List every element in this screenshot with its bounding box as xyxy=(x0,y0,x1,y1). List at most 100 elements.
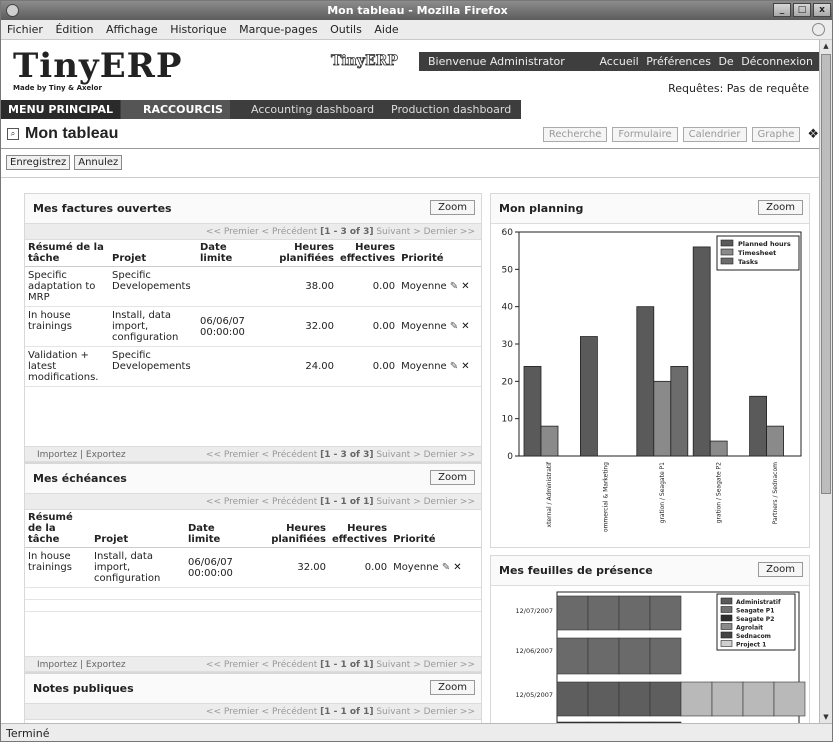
bar xyxy=(709,440,728,457)
status-text: Terminé xyxy=(6,727,50,740)
tinyerp-small-logo: TinyERP xyxy=(331,53,399,70)
menu-edition[interactable]: Édition xyxy=(55,23,93,36)
import-export-link[interactable]: Importez | Exportez xyxy=(37,657,126,673)
notes-zoom-button[interactable]: Zoom xyxy=(430,680,475,695)
echeances-zoom-button[interactable]: Zoom xyxy=(430,470,475,485)
bar xyxy=(556,595,589,631)
legend-swatch xyxy=(720,631,733,639)
requests-status[interactable]: Requêtes: Pas de requête xyxy=(668,82,809,95)
factures-bottom-pager[interactable]: Importez | Exportez << Premier < Précéden… xyxy=(25,446,481,462)
menu-bar: Fichier Édition Affichage Historique Mar… xyxy=(1,20,832,40)
bar xyxy=(587,595,620,631)
menu-outils[interactable]: Outils xyxy=(330,23,362,36)
toolbar-divider xyxy=(1,177,821,178)
notes-pager[interactable]: << Premier < Précédent [1 - 1 of 1] Suiv… xyxy=(25,704,481,720)
header-divider xyxy=(1,148,821,149)
menu-principal-tab[interactable]: MENU PRINCIPAL xyxy=(1,100,120,119)
delete-icon[interactable]: ✕ xyxy=(461,281,469,292)
shortcut-accounting-dashboard[interactable]: Accounting dashboard xyxy=(251,100,374,119)
menu-fichier[interactable]: Fichier xyxy=(7,23,43,36)
bar xyxy=(580,336,598,457)
main-nav-bar: MENU PRINCIPAL RACCOURCIS Accounting das… xyxy=(1,100,521,119)
bar xyxy=(556,637,589,675)
legend-swatch xyxy=(720,606,733,613)
table-row[interactable]: Validation + latest modifications. Specif… xyxy=(25,346,481,387)
presence-chart-svg: 12/07/2007 12/06/2007 12/05/2007 Administra… xyxy=(516,591,806,723)
bar xyxy=(556,681,589,717)
bar xyxy=(587,681,620,717)
presence-zoom-button[interactable]: Zoom xyxy=(758,562,803,577)
formulaire-button[interactable]: Formulaire xyxy=(612,127,678,142)
x-tick-label: Partners / Sednacom xyxy=(772,462,779,525)
legend-swatch xyxy=(720,623,733,630)
table-row[interactable]: In house trainings Install, data import, … xyxy=(25,547,481,588)
import-export-link[interactable]: Importez | Exportez xyxy=(37,447,126,463)
delete-icon[interactable]: ✕ xyxy=(461,321,469,332)
delete-icon[interactable]: ✕ xyxy=(461,361,469,372)
menu-marque-pages[interactable]: Marque-pages xyxy=(239,23,317,36)
legend-label: Seagate P2 xyxy=(736,616,774,623)
factures-title: Mes factures ouvertes xyxy=(33,202,172,215)
recherche-button[interactable]: Recherche xyxy=(542,127,608,142)
annulez-button[interactable]: Annulez xyxy=(74,155,123,170)
shortcut-production-dashboard[interactable]: Production dashboard xyxy=(391,100,511,119)
close-button[interactable]: x xyxy=(813,3,831,17)
logo-subtitle: Made by Tiny & Axelor xyxy=(13,84,102,92)
planning-zoom-button[interactable]: Zoom xyxy=(758,200,803,215)
tinyerp-logo[interactable]: TinyERP Made by Tiny & Axelor xyxy=(13,46,243,94)
graphe-button[interactable]: Graphe xyxy=(751,127,801,142)
vertical-scrollbar[interactable]: ▲ ▼ xyxy=(819,40,832,723)
table-row[interactable]: In house trainings Install, data import, … xyxy=(25,306,481,347)
y-tick-label: 10 xyxy=(502,415,514,425)
presence-panel: Mes feuilles de présence Zoom 12/07/2007… xyxy=(490,555,810,723)
x-tick-label: xternal / Administratif xyxy=(546,461,553,527)
window-title: Mon tableau - Mozilla Firefox xyxy=(327,4,508,17)
minimize-button[interactable]: _ xyxy=(773,3,791,17)
presence-chart: 12/07/2007 12/06/2007 12/05/2007 Administra… xyxy=(491,586,809,723)
legend-label: Project 1 xyxy=(736,642,766,649)
link-preferences[interactable]: Préférences xyxy=(646,55,711,68)
link-deconnexion[interactable]: Déconnexion xyxy=(741,55,813,68)
calendrier-button[interactable]: Calendrier xyxy=(682,127,747,142)
link-accueil[interactable]: Accueil xyxy=(599,55,638,68)
echeances-panel: Mes échéances Zoom << Premier < Précéden… xyxy=(24,463,482,673)
menu-historique[interactable]: Historique xyxy=(170,23,226,36)
throbber-icon xyxy=(812,23,825,36)
legend-swatch xyxy=(720,614,733,622)
menu-aide[interactable]: Aide xyxy=(374,23,398,36)
delete-icon[interactable]: ✕ xyxy=(453,562,461,573)
maximize-button[interactable]: □ xyxy=(793,3,811,17)
browser-window: Mon tableau - Mozilla Firefox _ □ x Fich… xyxy=(0,0,833,742)
bar xyxy=(766,425,785,457)
x-tick-label: ommercial & Marketing xyxy=(603,462,610,532)
search-view-icon[interactable]: ⌕ xyxy=(7,128,19,140)
table-row[interactable]: Specific adaptation to MRP Specific Devel… xyxy=(25,266,481,307)
edit-icon[interactable]: ✎ xyxy=(442,562,450,573)
bar xyxy=(587,637,620,675)
edit-icon[interactable]: ✎ xyxy=(450,281,458,292)
echeances-bottom-pager[interactable]: Importez | Exportez << Premier < Précéden… xyxy=(25,656,481,672)
enregistrez-button[interactable]: Enregistrez xyxy=(6,155,71,170)
y-tick-label: 50 xyxy=(502,265,514,275)
legend-label: Administratif xyxy=(736,599,781,606)
echeances-pager[interactable]: << Premier < Précédent [1 - 1 of 1] Suiv… xyxy=(25,494,481,510)
link-de[interactable]: De xyxy=(718,55,733,68)
bar xyxy=(742,681,775,717)
legend-label: Planned hours xyxy=(738,240,791,248)
bar xyxy=(636,306,655,457)
bar xyxy=(618,681,651,717)
scroll-up-icon[interactable]: ▲ xyxy=(820,40,832,52)
edit-icon[interactable]: ✎ xyxy=(450,321,458,332)
raccourcis-tab[interactable]: RACCOURCIS xyxy=(121,100,230,119)
scroll-down-icon[interactable]: ▼ xyxy=(820,711,832,723)
x-tick-label: gration / Seagate P1 xyxy=(659,462,666,524)
web-page: TinyERP Made by Tiny & Axelor TinyERP Bi… xyxy=(1,40,821,723)
bar xyxy=(523,365,542,457)
scroll-thumb[interactable] xyxy=(821,54,831,494)
factures-zoom-button[interactable]: Zoom xyxy=(430,200,475,215)
user-bar: Bienvenue Administrator Accueil Préféren… xyxy=(419,52,821,71)
edit-icon[interactable]: ✎ xyxy=(450,361,458,372)
menu-affichage[interactable]: Affichage xyxy=(106,23,158,36)
legend-swatch xyxy=(720,239,734,247)
factures-pager[interactable]: << Premier < Précédent [1 - 3 of 3] Suiv… xyxy=(25,224,481,240)
